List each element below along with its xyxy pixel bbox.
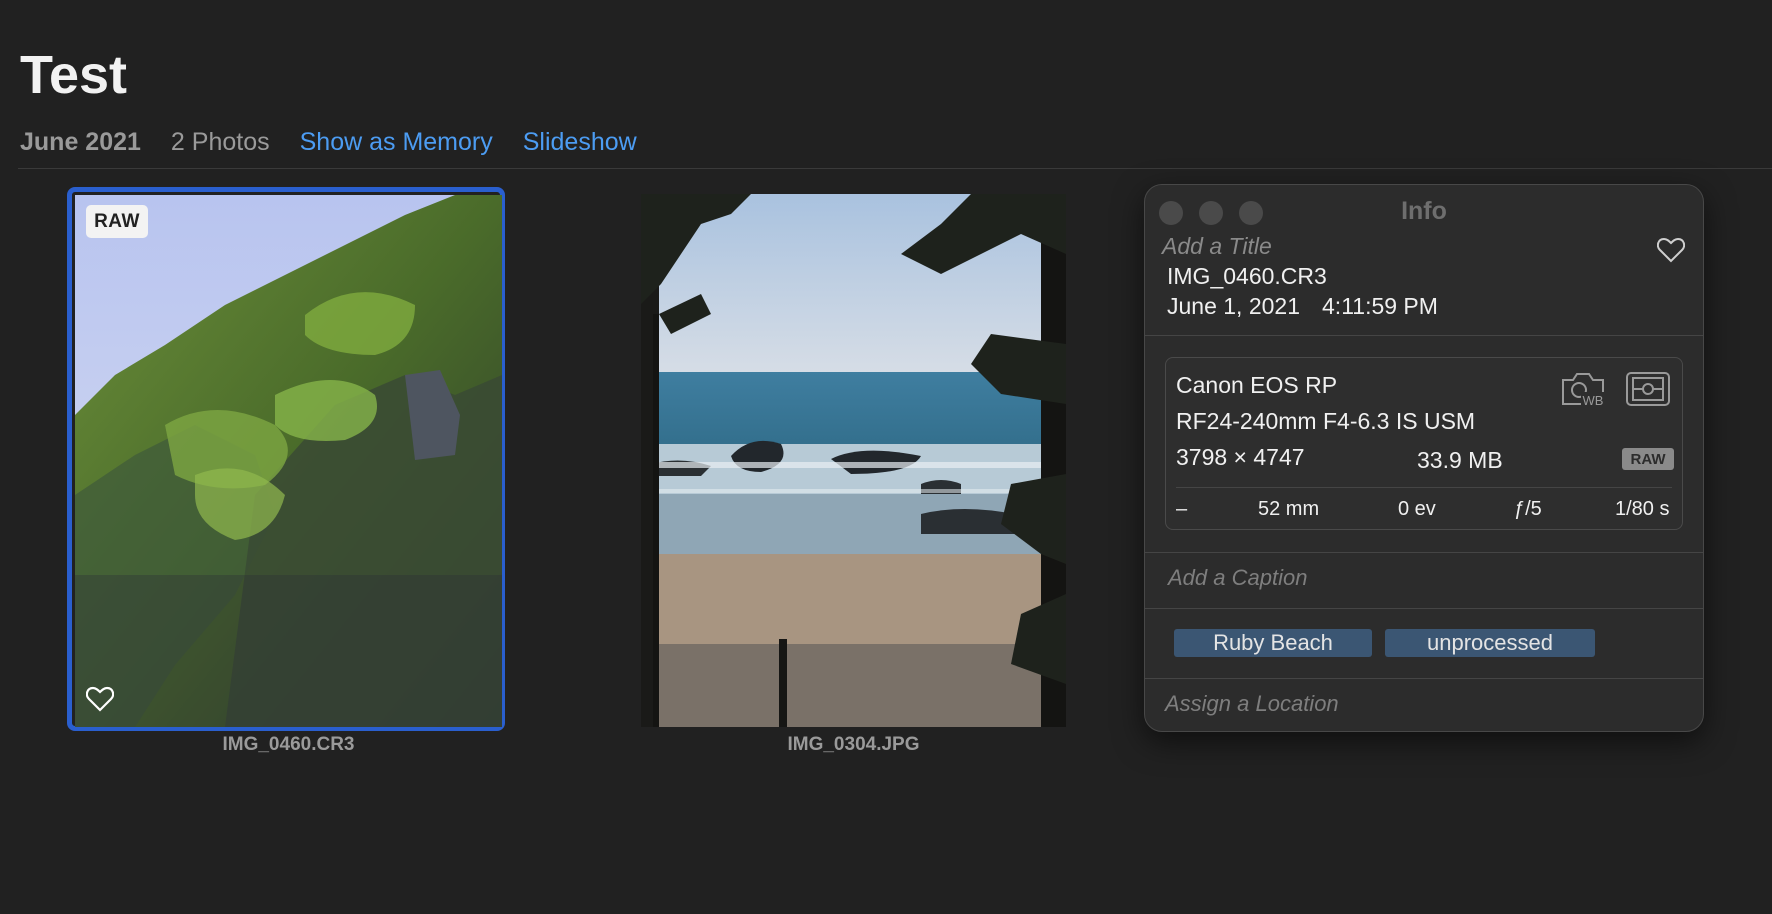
album-date: June 2021 — [20, 127, 141, 156]
exif-iso: – — [1176, 498, 1188, 520]
photo-count: 2 Photos — [170, 127, 270, 156]
raw-format-badge: RAW — [1622, 448, 1674, 470]
exif-shutter-speed: 1/80 s — [1615, 498, 1670, 520]
camera-info-box: Canon EOS RP RF24-240mm F4-6.3 IS USM 37… — [1165, 357, 1683, 530]
add-caption-field[interactable]: Add a Caption — [1168, 565, 1307, 591]
info-time[interactable]: 4:11:59 PM — [1322, 293, 1438, 319]
keyword-tag[interactable]: Ruby Beach — [1174, 629, 1372, 657]
album-subheader: June 2021 2 Photos Show as Memory Slides… — [20, 124, 667, 160]
info-divider — [1145, 335, 1703, 336]
heart-outline-icon[interactable] — [86, 686, 114, 712]
info-divider — [1145, 608, 1703, 609]
info-divider — [1145, 678, 1703, 679]
metering-mode-icon — [1626, 372, 1670, 406]
exif-aperture: ƒ/5 — [1514, 498, 1542, 520]
keyword-tag[interactable]: unprocessed — [1385, 629, 1595, 657]
photo-filename-2: IMG_0304.JPG — [787, 734, 920, 755]
add-title-field[interactable]: Add a Title — [1162, 233, 1272, 260]
camera-lens: RF24-240mm F4-6.3 IS USM — [1176, 408, 1476, 434]
exif-exposure-bias: 0 ev — [1398, 498, 1436, 520]
info-panel-title: Info — [1401, 197, 1447, 225]
info-divider — [1145, 552, 1703, 553]
header-divider — [18, 168, 1772, 169]
beach-photo — [641, 194, 1066, 727]
wb-label: WB — [1583, 393, 1604, 408]
info-datetime[interactable]: June 1, 2021 4:11:59 PM — [1167, 293, 1460, 320]
raw-badge: RAW — [86, 205, 148, 238]
info-filename: IMG_0460.CR3 — [1167, 263, 1327, 289]
slideshow-link[interactable]: Slideshow — [523, 128, 637, 157]
info-date[interactable]: June 1, 2021 — [1167, 293, 1300, 319]
album-title: Test — [20, 45, 128, 105]
camera-divider — [1176, 487, 1672, 488]
white-balance-icon: WB — [1562, 373, 1605, 408]
photo-thumbnail-1[interactable] — [75, 195, 502, 727]
photo-thumbnail-2[interactable] — [641, 194, 1066, 727]
cliff-photo — [75, 195, 502, 727]
camera-model: Canon EOS RP — [1176, 372, 1338, 398]
assign-location-field[interactable]: Assign a Location — [1165, 691, 1339, 717]
favorite-heart-icon[interactable] — [1657, 237, 1685, 263]
photo-filename-1: IMG_0460.CR3 — [222, 734, 355, 755]
show-as-memory-link[interactable]: Show as Memory — [300, 128, 493, 157]
exif-focal-length: 52 mm — [1258, 498, 1320, 520]
file-size: 33.9 MB — [1417, 447, 1503, 473]
image-dimensions: 3798 × 4747 — [1176, 444, 1305, 470]
info-panel: Info Add a Title IMG_0460.CR3 June 1, 20… — [1144, 184, 1704, 732]
